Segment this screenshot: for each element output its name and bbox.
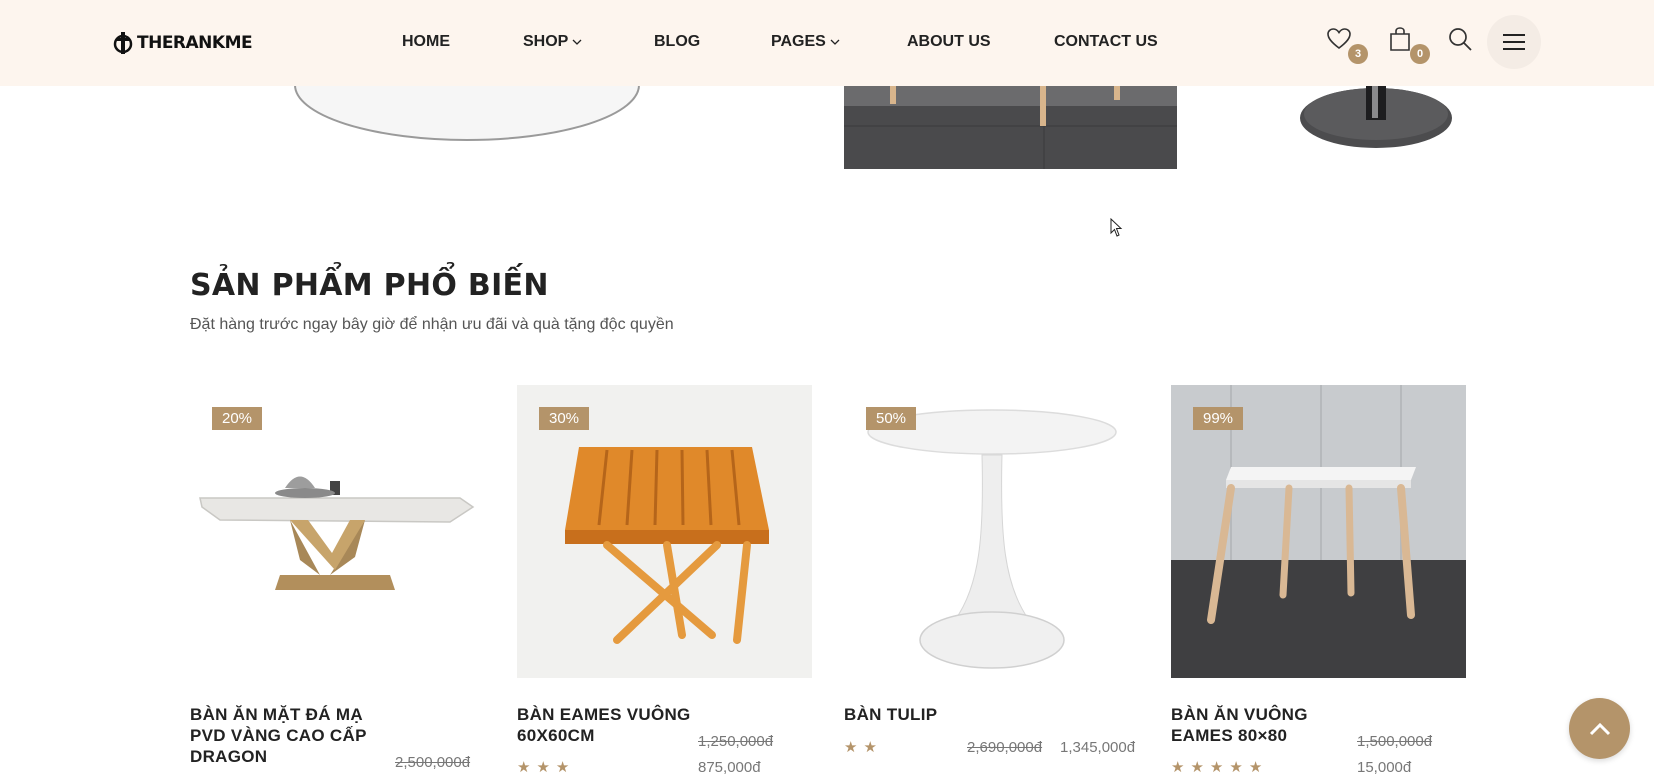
product-price: 1,345,000đ: [1060, 739, 1136, 756]
product-image-partial[interactable]: [1296, 84, 1456, 164]
product-image[interactable]: 50%: [844, 385, 1139, 678]
section-subtitle: Đặt hàng trước ngay bây giờ để nhận ưu đ…: [190, 316, 674, 333]
chevron-up-icon: [1589, 722, 1610, 735]
nav-blog-label: BLOG: [654, 33, 701, 50]
site-logo[interactable]: THERANKME: [113, 30, 253, 56]
product-name[interactable]: BÀN EAMES VUÔNG 60X60CM: [517, 704, 707, 746]
chevron-down-icon: [830, 39, 840, 45]
product-image-partial[interactable]: [280, 80, 660, 150]
heart-icon: [1327, 28, 1351, 50]
product-card[interactable]: 20%: [190, 385, 485, 678]
hamburger-menu-icon: [1503, 34, 1525, 50]
discount-badge: 50%: [866, 407, 917, 430]
logo-emblem-icon: [113, 32, 133, 54]
product-image[interactable]: 20%: [190, 385, 485, 678]
nav-pages[interactable]: PAGES: [771, 33, 840, 51]
nav-home-label: HOME: [402, 33, 450, 50]
star-icon: ★: [555, 759, 576, 776]
discount-badge: 20%: [212, 407, 263, 430]
nav-about-label: ABOUT US: [907, 33, 991, 50]
product-price: 875,000đ: [698, 759, 761, 776]
nav-blog[interactable]: BLOG: [654, 33, 700, 51]
product-rating: ★★★: [517, 758, 575, 776]
site-header: THERANKME HOME SHOP BLOG PAGES ABOUT US …: [0, 0, 1654, 86]
product-image[interactable]: 30%: [517, 385, 812, 678]
nav-home[interactable]: HOME: [402, 33, 450, 51]
star-icon: ★: [863, 739, 883, 756]
nav-contact-label: CONTACT US: [1054, 33, 1158, 50]
discount-badge: 30%: [539, 407, 590, 430]
menu-toggle-button[interactable]: [1487, 15, 1541, 69]
search-icon: [1449, 28, 1472, 51]
cart-button[interactable]: 0: [1388, 26, 1430, 64]
product-card[interactable]: 99%: [1171, 385, 1466, 678]
search-button[interactable]: [1447, 26, 1477, 56]
product-name[interactable]: BÀN TULIP: [844, 704, 1034, 725]
product-old-price: 1,500,000đ: [1357, 733, 1433, 750]
star-icon: ★: [1209, 759, 1230, 776]
star-icon: ★: [536, 759, 556, 776]
back-to-top-button[interactable]: [1569, 698, 1630, 759]
product-old-price: 1,250,000đ: [698, 733, 774, 750]
product-card[interactable]: 50%: [844, 385, 1139, 678]
product-old-price: 2,500,000đ: [395, 754, 471, 771]
product-rating: ★★★★★: [1171, 758, 1268, 776]
product-name[interactable]: BÀN ĂN VUÔNG EAMES 80×80: [1171, 704, 1361, 746]
product-price: 15,000đ: [1357, 759, 1412, 776]
nav-contact-us[interactable]: CONTACT US: [1054, 33, 1158, 51]
star-icon: ★: [1190, 759, 1210, 776]
star-icon: ★: [1229, 759, 1249, 776]
nav-pages-label: PAGES: [771, 33, 826, 50]
star-icon: ★: [1171, 759, 1191, 776]
product-image-partial[interactable]: [844, 86, 1177, 169]
product-card[interactable]: 30%: [517, 385, 812, 678]
product-image[interactable]: 99%: [1171, 385, 1466, 678]
discount-badge: 99%: [1193, 407, 1244, 430]
section-title: SẢN PHẨM PHỔ BIẾN: [190, 268, 549, 303]
cart-count-badge: 0: [1410, 44, 1430, 64]
star-icon: ★: [517, 759, 537, 776]
logo-text: THERANKME: [137, 33, 253, 53]
nav-shop[interactable]: SHOP: [523, 33, 582, 51]
star-icon: ★: [1248, 759, 1269, 776]
wishlist-button[interactable]: 3: [1326, 26, 1368, 64]
mouse-cursor-icon: [1110, 218, 1123, 237]
shopping-bag-icon: [1390, 27, 1410, 51]
star-icon: ★: [844, 739, 864, 756]
nav-about-us[interactable]: ABOUT US: [907, 33, 991, 51]
wishlist-count-badge: 3: [1348, 44, 1368, 64]
product-name[interactable]: BÀN ĂN MẶT ĐÁ MẠ PVD VÀNG CAO CẤP DRAGON: [190, 704, 380, 767]
product-old-price: 2,690,000đ: [967, 739, 1043, 756]
nav-shop-label: SHOP: [523, 33, 569, 50]
chevron-down-icon: [572, 39, 582, 45]
product-rating: ★★: [844, 738, 883, 756]
